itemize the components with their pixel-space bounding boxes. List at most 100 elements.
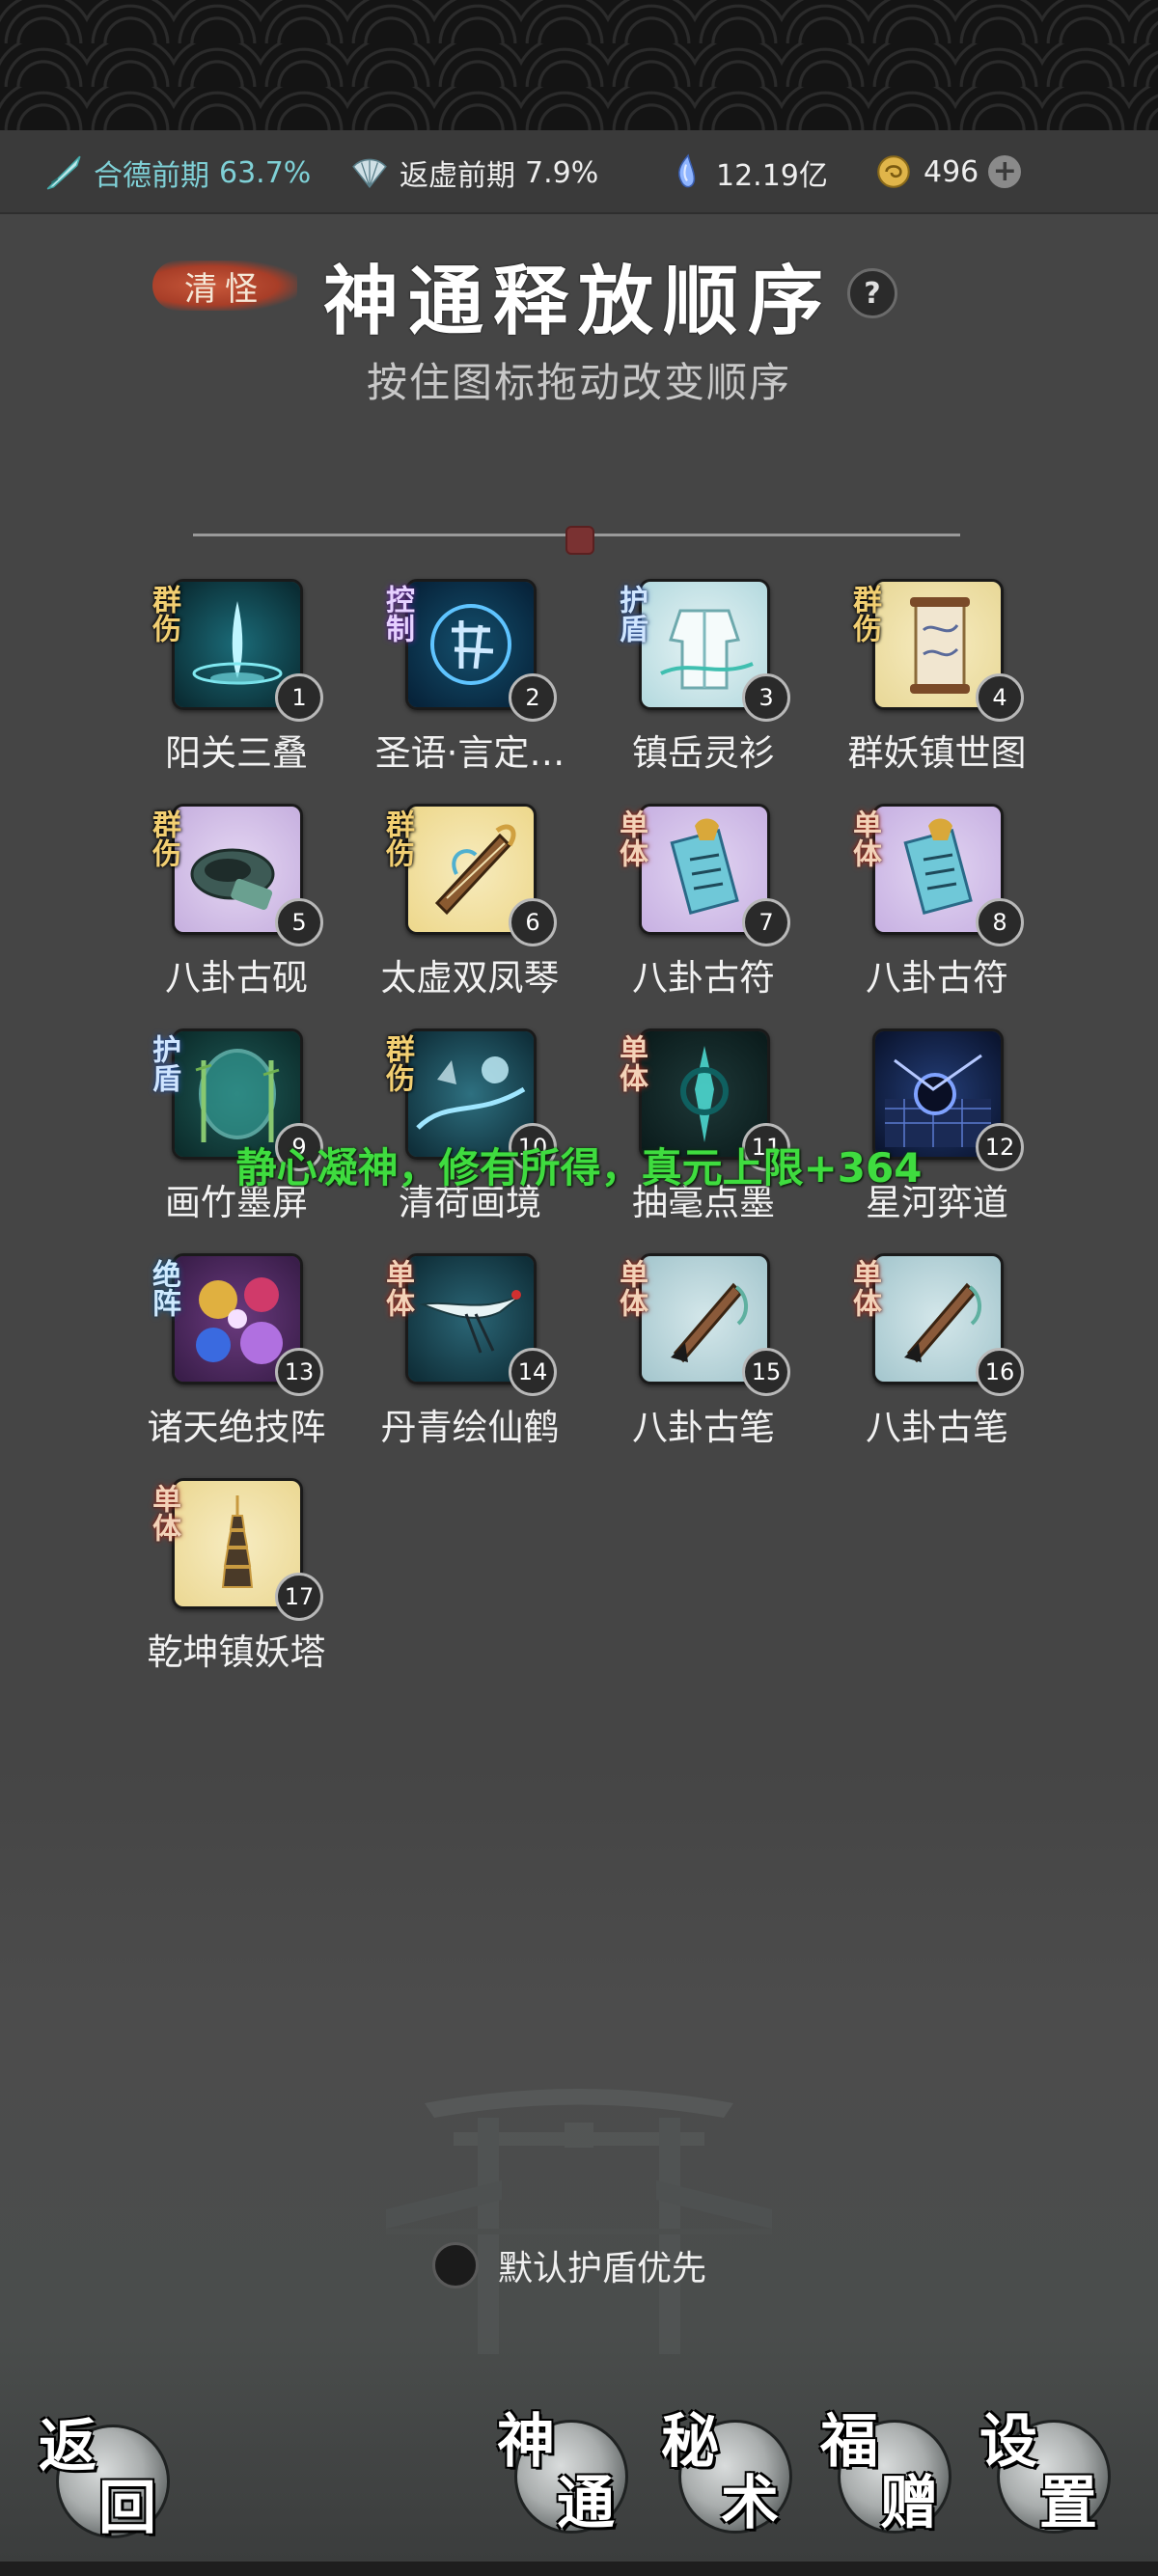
skill-type-badge: 群伤 (380, 1034, 414, 1092)
mode-tag[interactable]: 清怪 (152, 260, 297, 311)
skill-type-badge: 单体 (847, 1259, 881, 1317)
skill-name: 八卦古砚 (165, 957, 308, 999)
settings-label-1: 设 (979, 2408, 1037, 2476)
skill-card[interactable]: 群伤 4 群妖镇世图 (826, 579, 1048, 791)
skill-card[interactable]: 群伤 1 阳关三叠 (125, 579, 347, 791)
skill-type-badge: 单体 (147, 1484, 180, 1542)
default-shield-radio[interactable] (432, 2242, 479, 2288)
skill-type-badge: 单体 (847, 809, 881, 867)
settings-button[interactable]: 设 置 (979, 2402, 1115, 2537)
skill-name: 圣语·言定… (374, 732, 565, 774)
temple-gate-silhouette (386, 2089, 772, 2354)
divider-ornament (565, 526, 594, 555)
secret-label-2: 术 (721, 2470, 779, 2537)
skill-card[interactable]: 单体 14 丹青绘仙鹤 (359, 1253, 581, 1466)
skill-card[interactable]: 12 星河弈道 (826, 1028, 1048, 1241)
back-button[interactable]: 返 回 (39, 2407, 174, 2542)
skill-name: 八卦古笔 (632, 1407, 775, 1448)
skill-card[interactable]: 单体 17 乾坤镇妖塔 (125, 1478, 347, 1690)
skill-order-badge: 1 (275, 673, 323, 722)
skill-card[interactable]: 群伤 6 太虚双凤琴 (359, 804, 581, 1016)
divine-label-1: 神 (497, 2408, 555, 2476)
subtitle: 按住图标拖动改变顺序 (366, 359, 791, 406)
skill-type-badge: 群伤 (847, 585, 881, 643)
skill-card[interactable]: 护盾 9 画竹墨屏 (125, 1028, 347, 1241)
gold-coin-icon (877, 155, 910, 188)
skill-card[interactable]: 群伤 10 清荷画境 (359, 1028, 581, 1241)
secret-art-button[interactable]: 秘 术 (661, 2402, 796, 2537)
skill-order-badge: 8 (976, 898, 1024, 946)
skill-order-badge: 5 (275, 898, 323, 946)
secondary-percent: 7.9% (525, 155, 599, 190)
skill-name: 镇岳灵衫 (632, 732, 775, 774)
skill-order-badge: 15 (742, 1348, 790, 1396)
blessing-label-2: 赠 (880, 2470, 938, 2537)
skill-type-badge: 群伤 (380, 809, 414, 867)
skill-type-badge: 绝阵 (147, 1259, 180, 1317)
skill-card[interactable]: 群伤 5 八卦古砚 (125, 804, 347, 1016)
skill-type-badge: 护盾 (614, 585, 648, 643)
add-currency-button[interactable]: + (988, 155, 1022, 188)
skill-type-badge: 控制 (380, 585, 414, 643)
cultivation-percent: 63.7% (219, 155, 312, 190)
blessing-label-1: 福 (820, 2408, 878, 2476)
back-label-1: 返 (39, 2413, 96, 2480)
skill-type-badge: 单体 (614, 1259, 648, 1317)
skill-order-badge: 6 (509, 898, 557, 946)
back-label-2: 回 (98, 2475, 156, 2542)
cultivation-stage: 合德前期 (94, 159, 209, 193)
settings-label-2: 置 (1039, 2470, 1097, 2537)
spirit-stone-value: 12.19亿 (716, 159, 828, 193)
cultivation-toast: 静心凝神，修有所得，真元上限+364 (235, 1144, 923, 1192)
status-bar: 合德前期 63.7% 返虚前期 7.9% 12.19亿 496 + (0, 130, 1158, 214)
skill-card[interactable]: 护盾 3 镇岳灵衫 (593, 579, 814, 791)
skill-card[interactable]: 单体 15 八卦古笔 (593, 1253, 814, 1466)
skill-card[interactable]: 单体 16 八卦古笔 (826, 1253, 1048, 1466)
skill-card[interactable]: 单体 7 八卦古符 (593, 804, 814, 1016)
skill-name: 太虚双凤琴 (380, 957, 560, 999)
page-title: 神通释放顺序 (323, 258, 834, 345)
crystal-icon (678, 153, 696, 188)
skill-name: 诸天绝技阵 (147, 1407, 326, 1448)
skill-name: 八卦古符 (866, 957, 1008, 999)
skill-type-badge: 单体 (614, 809, 648, 867)
title-area: 清怪 神通释放顺序 ? 按住图标拖动改变顺序 (0, 236, 1158, 406)
skill-card[interactable]: 单体 8 八卦古符 (826, 804, 1048, 1016)
skill-name: 八卦古符 (632, 957, 775, 999)
blessing-button[interactable]: 福 赠 (820, 2402, 955, 2537)
bottom-strip (0, 2562, 1158, 2576)
skill-order-badge: 16 (976, 1348, 1024, 1396)
skill-order-badge: 3 (742, 673, 790, 722)
skill-card[interactable]: 控制 2 圣语·言定… (359, 579, 581, 791)
divine-label-2: 通 (557, 2470, 615, 2537)
help-icon[interactable]: ? (847, 268, 897, 318)
default-shield-label: 默认护盾优先 (498, 2249, 707, 2288)
skill-name: 乾坤镇妖塔 (147, 1631, 326, 1673)
skill-name: 群妖镇世图 (847, 732, 1027, 774)
divine-skill-button[interactable]: 神 通 (497, 2402, 632, 2537)
currency-stat[interactable]: 496 + (873, 151, 1022, 192)
skill-type-badge: 群伤 (147, 585, 180, 643)
skill-order-badge: 17 (275, 1573, 323, 1621)
fan-icon (352, 158, 387, 188)
skill-card[interactable]: 单体 11 抽毫点墨 (593, 1028, 814, 1241)
skill-order-badge: 4 (976, 673, 1024, 722)
feather-sword-icon (46, 155, 81, 190)
skill-type-badge: 护盾 (147, 1034, 180, 1092)
skill-type-badge: 群伤 (147, 809, 180, 867)
spirit-stone-stat[interactable]: 12.19亿 (666, 151, 828, 194)
skill-name: 八卦古笔 (866, 1407, 1008, 1448)
skill-order-badge: 14 (509, 1348, 557, 1396)
skill-type-badge: 单体 (380, 1259, 414, 1317)
currency-value: 496 (924, 154, 979, 189)
skill-type-badge: 单体 (614, 1034, 648, 1092)
skill-order-badge: 7 (742, 898, 790, 946)
default-shield-toggle[interactable]: 默认护盾优先 (432, 2240, 706, 2290)
secondary-stage: 返虚前期 (400, 159, 515, 193)
cultivation-stat[interactable]: 合德前期 63.7% (43, 151, 311, 194)
skill-order-badge: 13 (275, 1348, 323, 1396)
skill-card[interactable]: 绝阵 13 诸天绝技阵 (125, 1253, 347, 1466)
skill-name: 阳关三叠 (165, 732, 308, 774)
secondary-stat[interactable]: 返虚前期 7.9% (349, 151, 598, 194)
top-wave-banner (0, 0, 1158, 130)
